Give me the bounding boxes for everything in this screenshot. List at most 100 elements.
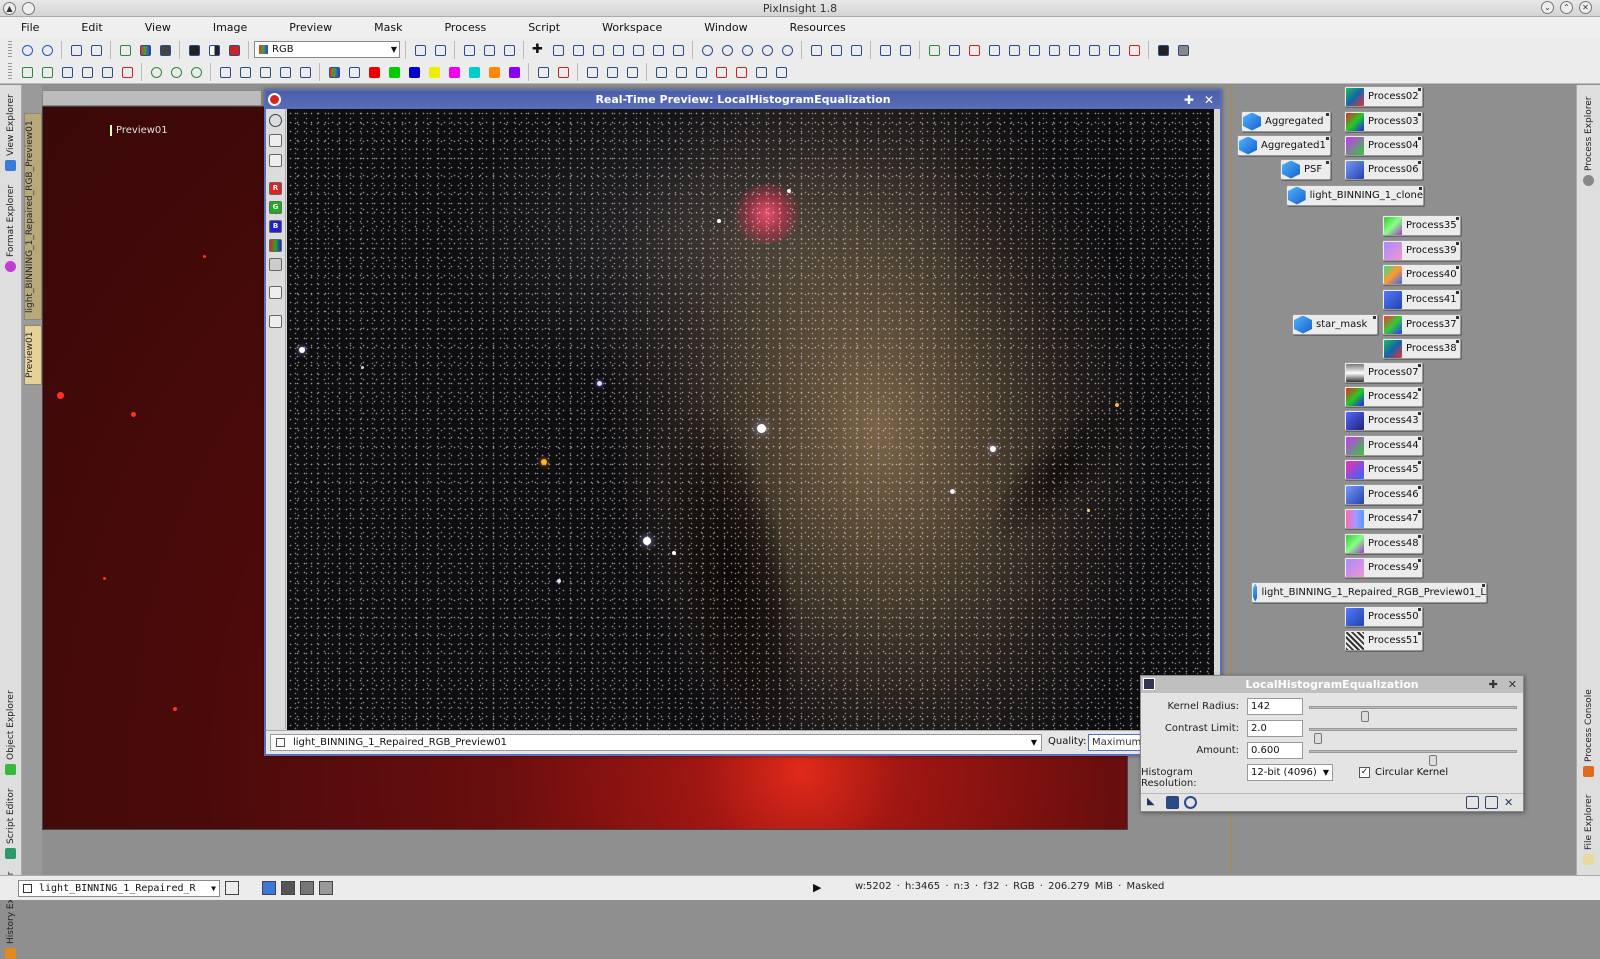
process-icon[interactable]: Process51 [1344, 630, 1423, 651]
monitor-gear-icon[interactable] [772, 63, 790, 81]
contrast-limit-field[interactable]: 2.0 [1247, 720, 1303, 737]
undo-icon[interactable] [18, 41, 36, 59]
rotate-cw-icon[interactable] [256, 63, 274, 81]
mirror-v-icon[interactable] [296, 63, 314, 81]
browse-icon[interactable] [1485, 796, 1498, 809]
zoom-custom-icon[interactable] [778, 41, 796, 59]
pointer-icon[interactable] [669, 41, 687, 59]
preview-edit-icon[interactable] [945, 41, 963, 59]
app-circle-icon[interactable] [22, 2, 35, 15]
process-instance-icon[interactable]: star_mask [1292, 314, 1378, 335]
menu-window[interactable]: Window [683, 21, 768, 34]
fit-view-icon[interactable] [807, 41, 825, 59]
process-icon[interactable]: Process04 [1344, 135, 1423, 156]
green-channel-button[interactable]: G [269, 201, 282, 214]
kernel-radius-slider[interactable] [1309, 706, 1517, 722]
histogram-resolution-select[interactable]: 12-bit (4096) ▼ [1247, 764, 1333, 781]
toolbar-grip[interactable] [8, 40, 12, 59]
preview-store-icon[interactable] [1025, 41, 1043, 59]
channel-select[interactable]: RGB ▼ [254, 41, 400, 58]
pin-icon[interactable]: ✚ [1184, 91, 1194, 109]
process-icon[interactable]: Process38 [1382, 338, 1461, 359]
crosshair-icon[interactable]: ✚ [529, 41, 547, 59]
image-window-titlebar[interactable] [42, 90, 262, 106]
close-icon[interactable]: ✕ [1508, 676, 1517, 693]
mask-select-icon[interactable] [38, 63, 56, 81]
tab-format-explorer[interactable]: Format Explorer [1, 180, 21, 272]
menu-resources[interactable]: Resources [769, 21, 867, 34]
menu-edit[interactable]: Edit [60, 21, 123, 34]
image-tab-main[interactable]: light_BINNING_1_Repaired_RGB_Preview01 [24, 113, 42, 320]
menu-view[interactable]: View [124, 21, 192, 34]
menu-mask[interactable]: Mask [353, 21, 423, 34]
realtime-preview-image[interactable] [287, 109, 1214, 730]
process-instance-icon[interactable]: light_BINNING_1_Repaired_RGB_Preview01_L [1251, 582, 1487, 603]
app-menu-icon[interactable]: ▲ [3, 2, 16, 15]
monitor-link-icon[interactable] [692, 63, 710, 81]
process-icon[interactable]: Process49 [1344, 557, 1423, 578]
channels-icon[interactable] [156, 41, 174, 59]
mask-remove-icon[interactable] [58, 63, 76, 81]
tab-script-editor[interactable]: Script Editor [1, 779, 21, 859]
window-icon[interactable] [460, 41, 478, 59]
preview-active-icon[interactable] [1005, 41, 1023, 59]
red-channel-button[interactable]: R [269, 182, 282, 195]
close-icon[interactable]: ✕ [1204, 91, 1214, 109]
preview-undo-icon[interactable] [1085, 41, 1103, 59]
history-icon[interactable] [67, 41, 85, 59]
monitor-arrow-icon[interactable] [752, 63, 770, 81]
process-icon[interactable]: Process37 [1382, 314, 1461, 335]
readout-icon[interactable] [629, 41, 647, 59]
rotate-icon[interactable] [216, 63, 234, 81]
menu-workspace[interactable]: Workspace [581, 21, 683, 34]
luminance-button[interactable] [269, 258, 282, 271]
copy-icon[interactable] [411, 41, 429, 59]
compare-tool-icon[interactable] [269, 154, 282, 167]
zoom-fit-icon[interactable] [758, 41, 776, 59]
cyan-channel-icon[interactable] [465, 63, 483, 81]
move-icon[interactable] [609, 41, 627, 59]
display-mode-4-icon[interactable] [319, 881, 333, 895]
paste-icon[interactable] [431, 41, 449, 59]
status-view-select[interactable]: light_BINNING_1_Repaired_R ▼ [18, 880, 220, 897]
process-icon[interactable]: Process43 [1344, 410, 1423, 431]
process-icon[interactable]: Process40 [1382, 264, 1461, 285]
preview-clear-icon[interactable] [1125, 41, 1143, 59]
green-channel-icon[interactable] [385, 63, 403, 81]
process-instance-icon[interactable]: Aggregated [1241, 111, 1331, 132]
preview-color-icon[interactable] [965, 41, 983, 59]
realtime-preview-titlebar[interactable]: Real-Time Preview: LocalHistogramEqualiz… [266, 91, 1220, 109]
process-icon[interactable]: Process35 [1382, 215, 1461, 236]
expand-icon[interactable] [549, 41, 567, 59]
preview-reset-icon[interactable] [1065, 41, 1083, 59]
cut-icon[interactable] [649, 41, 667, 59]
preview-new-icon[interactable] [925, 41, 943, 59]
new-instance-icon[interactable]: ◣ [1147, 796, 1160, 809]
process-icon[interactable]: Process39 [1382, 240, 1461, 261]
monitor-red-icon[interactable] [712, 63, 730, 81]
process-icon[interactable]: Process50 [1344, 606, 1423, 627]
no-channel-icon[interactable] [345, 63, 363, 81]
display-mode-3-icon[interactable] [300, 881, 314, 895]
invert-icon[interactable] [205, 41, 223, 59]
mask-new-icon[interactable] [18, 63, 36, 81]
tab-process-console[interactable]: Process Console [1579, 685, 1599, 777]
screen-1-icon[interactable] [583, 63, 601, 81]
red-channel-icon[interactable] [365, 63, 383, 81]
magenta-channel-icon[interactable] [445, 63, 463, 81]
astro-2-icon[interactable] [167, 63, 185, 81]
cascade-icon[interactable] [896, 41, 914, 59]
display-mode-2-icon[interactable] [281, 881, 295, 895]
process-icon[interactable]: Process47 [1344, 508, 1423, 529]
redo-icon[interactable] [38, 41, 56, 59]
mask-enable-icon[interactable] [118, 63, 136, 81]
stf-icon[interactable] [185, 41, 203, 59]
stf-reset-icon[interactable] [554, 63, 572, 81]
tile-icon[interactable] [876, 41, 894, 59]
preview-delete-icon[interactable] [985, 41, 1003, 59]
zoom-1-icon[interactable] [738, 41, 756, 59]
window-fit-icon[interactable] [480, 41, 498, 59]
rgb-channels-icon[interactable] [325, 63, 343, 81]
toolbar-grip-2[interactable] [8, 63, 12, 81]
lhe-titlebar[interactable]: LocalHistogramEqualization ✚ ✕ [1141, 676, 1523, 693]
